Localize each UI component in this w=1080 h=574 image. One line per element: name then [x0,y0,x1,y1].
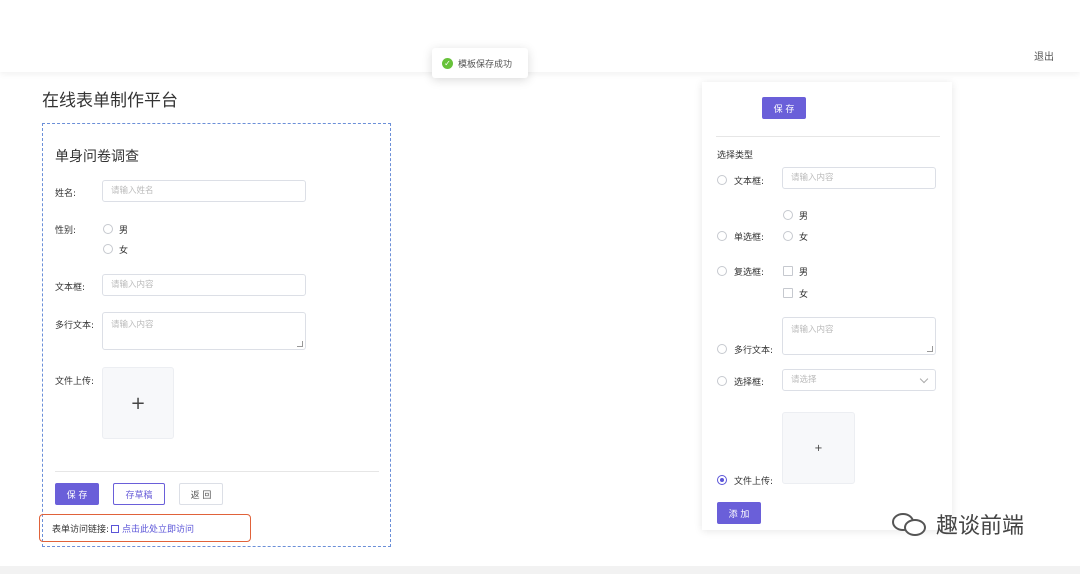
upload-label: 文件上传: [55,377,95,387]
type-multiline-label: 多行文本: [734,346,774,356]
panel-plus-icon: + [814,442,823,454]
save-draft-button[interactable]: 存草稿 [113,483,165,505]
toast-message: 模板保存成功 [458,59,513,70]
type-text-label: 文本框: [734,177,765,187]
name-input[interactable]: 请输入姓名 [102,180,306,202]
success-toast: ✓ 模板保存成功 [432,48,528,78]
gender-label: 性别: [55,226,77,236]
panel-radio-female-label: 女 [799,233,809,243]
form-link-row: 表单访问链接: 点击此处立即访问 [39,514,251,542]
type-section-title: 选择类型 [717,151,754,161]
panel-checkbox-male[interactable] [783,266,793,276]
watermark: 趣谈前端 [892,508,1024,540]
chevron-down-icon [919,374,929,384]
survey-title: 单身问卷调查 [55,149,139,165]
type-checkbox-label: 复选框: [734,268,765,278]
form-link-label: 表单访问链接: [52,524,110,535]
type-radio-select[interactable] [717,376,727,386]
gender-option-male: 男 [119,226,129,236]
form-access-link[interactable]: 点击此处立即访问 [111,522,194,535]
component-panel: 保 存 选择类型 文本框: 请输入内容 男 单选框: 女 复选框: 男 女 请输… [702,82,952,530]
panel-multiline-placeholder: 请输入内容 [791,325,834,335]
gender-radio-female[interactable] [103,244,113,254]
panel-select-placeholder: 请选择 [791,375,817,385]
type-radio-text[interactable] [717,175,727,185]
check-circle-icon: ✓ [442,57,453,69]
page-title: 在线表单制作平台 [42,91,178,111]
multiline-label: 多行文本: [55,321,95,331]
multiline-input[interactable]: 请输入内容 [102,312,306,350]
type-select-label: 选择框: [734,378,765,388]
name-label: 姓名: [55,189,77,199]
wechat-icon [892,511,928,537]
type-radio-checkbox[interactable] [717,266,727,276]
panel-select[interactable]: 请选择 [782,369,936,391]
panel-save-button[interactable]: 保 存 [762,97,806,119]
panel-radio-male-label: 男 [799,212,809,222]
type-upload-label: 文件上传: [734,477,774,487]
gender-option-female: 女 [119,246,129,256]
panel-checkbox-female-label: 女 [799,290,809,300]
plus-icon: + [130,392,146,414]
watermark-text: 趣谈前端 [936,514,1025,539]
divider [55,471,379,472]
type-radio-upload[interactable] [717,475,727,485]
back-button[interactable]: 返 回 [179,483,223,505]
panel-upload-box[interactable]: + [782,412,855,484]
text-field-label: 文本框: [55,283,86,293]
top-bar: 退出 [0,0,1080,72]
upload-box[interactable]: + [102,367,174,439]
bottom-bar [0,566,1080,574]
multiline-placeholder: 请输入内容 [111,320,154,330]
text-field-input[interactable]: 请输入内容 [102,274,306,296]
form-canvas: 单身问卷调查 姓名: 请输入姓名 性别: 男 女 文本框: 请输入内容 多行文本… [39,123,391,547]
panel-checkbox-male-label: 男 [799,268,809,278]
type-radio-multiline[interactable] [717,344,727,354]
add-button[interactable]: 添 加 [717,502,761,524]
gender-radio-male[interactable] [103,224,113,234]
logout-link[interactable]: 退出 [1034,48,1054,63]
type-radio-radio[interactable] [717,231,727,241]
panel-text-input[interactable]: 请输入内容 [782,167,936,189]
panel-radio-female[interactable] [783,231,793,241]
panel-divider [716,136,940,137]
panel-radio-male[interactable] [783,210,793,220]
save-button[interactable]: 保 存 [55,483,99,505]
panel-checkbox-female[interactable] [783,288,793,298]
form-link-text: 点击此处立即访问 [122,524,195,535]
resize-handle-icon[interactable] [297,341,303,347]
external-link-icon [111,524,120,533]
type-radio-label: 单选框: [734,233,765,243]
panel-multiline-input[interactable]: 请输入内容 [782,317,936,355]
panel-resize-handle-icon[interactable] [927,346,933,352]
